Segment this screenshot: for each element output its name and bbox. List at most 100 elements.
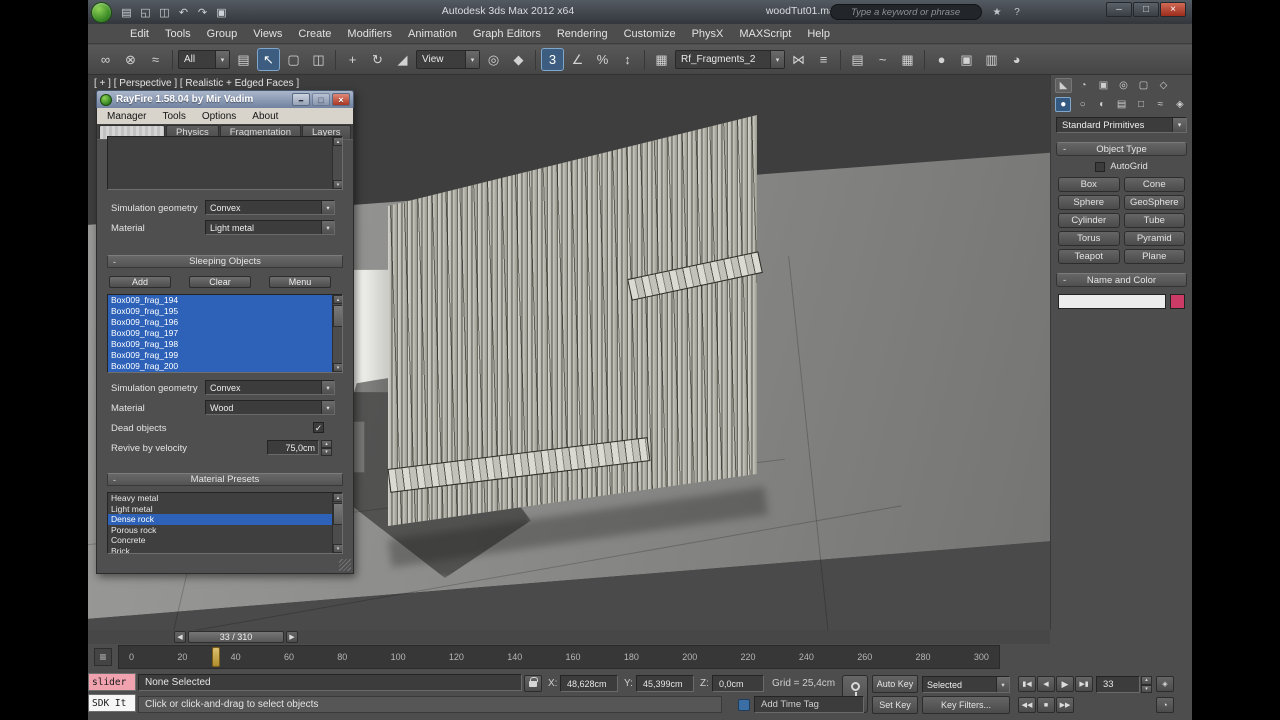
scroll-up-icon[interactable]: ▴ bbox=[333, 137, 342, 146]
object-name-field[interactable] bbox=[1058, 294, 1166, 309]
menu-help[interactable]: Help bbox=[799, 28, 838, 40]
list-scrollbar[interactable]: ▴ ▾ bbox=[332, 493, 342, 553]
lights-category-icon[interactable]: ◐ bbox=[1094, 97, 1110, 112]
rayfire-minimize-button[interactable]: – bbox=[292, 93, 310, 106]
z-coord-field[interactable]: 0,0cm bbox=[712, 675, 764, 692]
menu-modifiers[interactable]: Modifiers bbox=[339, 28, 400, 40]
material-editor-icon[interactable]: ● bbox=[930, 48, 953, 71]
close-button[interactable]: × bbox=[1160, 2, 1186, 17]
track-bar[interactable]: 0 20 40 60 80 100 120 140 160 180 200 22… bbox=[118, 645, 1000, 669]
pyramid-button[interactable]: Pyramid bbox=[1123, 231, 1185, 246]
box-button[interactable]: Box bbox=[1058, 177, 1120, 192]
spinner-up-icon[interactable]: ▴ bbox=[321, 440, 332, 448]
menu-tools[interactable]: Tools bbox=[157, 28, 199, 40]
select-object-icon[interactable]: ↖ bbox=[257, 48, 280, 71]
time-configuration-icon[interactable]: ◔ bbox=[1156, 697, 1174, 713]
autogrid-checkbox[interactable] bbox=[1095, 161, 1106, 172]
menu-graph-editors[interactable]: Graph Editors bbox=[465, 28, 549, 40]
list-item[interactable]: Box009_frag_199 bbox=[108, 350, 332, 361]
named-selection-dropdown[interactable]: Rf_Fragments_2 ▾ bbox=[675, 50, 785, 69]
curve-editor-icon[interactable]: ~ bbox=[871, 48, 894, 71]
primitives-dropdown[interactable]: Standard Primitives ▾ bbox=[1056, 117, 1187, 133]
x-coord-field[interactable]: 48,628cm bbox=[560, 675, 618, 692]
maximize-button[interactable]: □ bbox=[1133, 2, 1159, 17]
selection-filter-dropdown[interactable]: All ▾ bbox=[178, 50, 230, 69]
key-selection-dropdown[interactable]: Selected ▾ bbox=[922, 676, 1010, 693]
list-item[interactable]: Heavy metal bbox=[108, 493, 332, 504]
key-filters-button[interactable]: Key Filters... bbox=[922, 696, 1010, 714]
display-tab-icon[interactable]: ▢ bbox=[1135, 78, 1152, 93]
scroll-down-icon[interactable]: ▾ bbox=[333, 544, 342, 553]
max-logo-button[interactable] bbox=[91, 1, 112, 23]
resize-grip[interactable] bbox=[339, 559, 351, 571]
next-frame-icon[interactable]: ▶ bbox=[286, 631, 298, 643]
percent-snap-icon[interactable]: % bbox=[591, 48, 614, 71]
cone-button[interactable]: Cone bbox=[1123, 177, 1185, 192]
save-file-icon[interactable]: ◫ bbox=[155, 3, 174, 21]
time-slider-handle[interactable]: 33 / 310 bbox=[188, 631, 284, 643]
rayfire-close-button[interactable]: × bbox=[332, 93, 350, 106]
list-scrollbar[interactable]: ▴ ▾ bbox=[332, 137, 342, 189]
viewport-label[interactable]: [ + ] [ Perspective ] [ Realistic + Edge… bbox=[94, 78, 299, 89]
impact-objects-list[interactable]: ▴ ▾ bbox=[107, 136, 343, 190]
rendered-frame-window-icon[interactable]: ▥ bbox=[980, 48, 1003, 71]
unlink-selection-icon[interactable]: ⊗ bbox=[119, 48, 142, 71]
list-item[interactable]: Porous rock bbox=[108, 525, 332, 536]
minimize-button[interactable]: – bbox=[1106, 2, 1132, 17]
selection-lock-toggle[interactable] bbox=[524, 675, 542, 692]
material-presets-list[interactable]: Heavy metal Light metal Dense rock Porou… bbox=[107, 492, 343, 554]
previous-frame-icon[interactable]: ◀ bbox=[1037, 676, 1055, 692]
revive-velocity-field[interactable]: 75,0cm bbox=[267, 440, 319, 455]
utilities-tab-icon[interactable]: ◇ bbox=[1155, 78, 1172, 93]
stop-icon[interactable]: ■ bbox=[1037, 697, 1055, 713]
teapot-button[interactable]: Teapot bbox=[1058, 249, 1120, 264]
dead-objects-checkbox[interactable]: ✓ bbox=[313, 422, 324, 433]
hierarchy-tab-icon[interactable]: ▣ bbox=[1095, 78, 1112, 93]
project-folder-icon[interactable]: ▣ bbox=[212, 3, 231, 21]
rayfire-menu-tools[interactable]: Tools bbox=[154, 111, 193, 122]
open-file-icon[interactable]: ◱ bbox=[136, 3, 155, 21]
list-item-selected[interactable]: Dense rock bbox=[108, 514, 332, 525]
clear-button[interactable]: Clear bbox=[189, 276, 251, 288]
rayfire-title-bar[interactable]: RayFire 1.58.04 by Mir Vadim – □ × bbox=[96, 90, 354, 108]
undo-icon[interactable]: ↶ bbox=[174, 3, 193, 21]
spinner-down-icon[interactable]: ▾ bbox=[1141, 684, 1152, 693]
select-by-name-icon[interactable]: ▤ bbox=[232, 48, 255, 71]
favorites-icon[interactable]: ★ bbox=[988, 4, 1006, 20]
rayfire-menu-about[interactable]: About bbox=[244, 111, 286, 122]
modify-tab-icon[interactable]: ◔ bbox=[1075, 78, 1092, 93]
schematic-view-icon[interactable]: ▦ bbox=[896, 48, 919, 71]
menu-group[interactable]: Group bbox=[199, 28, 246, 40]
list-item[interactable]: Box009_frag_194 bbox=[108, 295, 332, 306]
current-frame-field[interactable]: 33 bbox=[1096, 676, 1140, 693]
list-item[interactable]: Light metal bbox=[108, 504, 332, 515]
rayfire-menu-manager[interactable]: Manager bbox=[99, 111, 154, 122]
fast-forward-icon[interactable]: ▶▶ bbox=[1056, 697, 1074, 713]
systems-category-icon[interactable]: ◈ bbox=[1172, 97, 1188, 112]
list-item[interactable]: Concrete bbox=[108, 535, 332, 546]
time-slider-bar[interactable]: ◀ 33 / 310 ▶ bbox=[88, 630, 1050, 644]
list-item[interactable]: Box009_frag_198 bbox=[108, 339, 332, 350]
list-item[interactable]: Box009_frag_197 bbox=[108, 328, 332, 339]
named-selection-sets-icon[interactable]: ▦ bbox=[650, 48, 673, 71]
sleeping-objects-header[interactable]: - Sleeping Objects bbox=[107, 255, 343, 268]
motion-tab-icon[interactable]: ◎ bbox=[1115, 78, 1132, 93]
scroll-up-icon[interactable]: ▴ bbox=[333, 493, 342, 502]
select-and-scale-icon[interactable]: ◢ bbox=[391, 48, 414, 71]
object-color-swatch[interactable] bbox=[1170, 294, 1185, 309]
object-type-rollout[interactable]: - Object Type bbox=[1056, 142, 1187, 156]
spacewarps-category-icon[interactable]: ≈ bbox=[1152, 97, 1168, 112]
bind-to-spacewarp-icon[interactable]: ≈ bbox=[144, 48, 167, 71]
rayfire-window[interactable]: RayFire 1.58.04 by Mir Vadim – □ × Manag… bbox=[96, 90, 354, 574]
go-to-end-icon[interactable]: ▶▮ bbox=[1075, 676, 1093, 692]
scroll-thumb[interactable] bbox=[333, 305, 342, 327]
layer-manager-icon[interactable]: ▤ bbox=[846, 48, 869, 71]
key-mode-toggle-icon[interactable]: ◈ bbox=[1156, 676, 1174, 692]
select-and-move-icon[interactable]: + bbox=[341, 48, 364, 71]
maxscript-listener-line[interactable]: SDK It bbox=[88, 694, 136, 712]
snaps-toggle-icon[interactable]: 3 bbox=[541, 48, 564, 71]
list-item[interactable]: Box009_frag_196 bbox=[108, 317, 332, 328]
spinner-down-icon[interactable]: ▾ bbox=[321, 448, 332, 456]
rectangular-selection-region-icon[interactable]: ▢ bbox=[282, 48, 305, 71]
play-icon[interactable]: ▶ bbox=[1056, 676, 1074, 692]
